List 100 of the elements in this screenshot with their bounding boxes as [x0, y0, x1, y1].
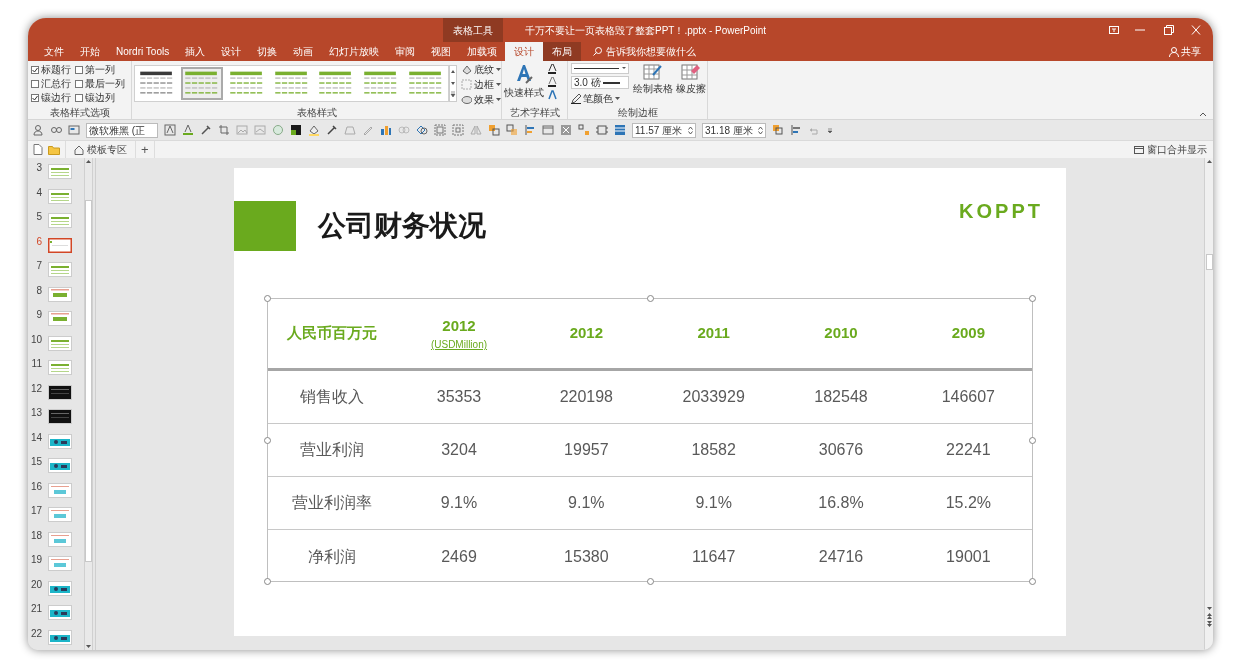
crop-icon[interactable] [218, 124, 230, 136]
ribbon-tab[interactable]: 加载项 [459, 42, 506, 61]
slide-thumbnail[interactable] [48, 286, 72, 302]
ribbon-tab[interactable]: 设计 [213, 42, 250, 61]
ribbon-tab[interactable]: 切换 [249, 42, 286, 61]
slide-thumbnail[interactable] [48, 188, 72, 204]
size-spinner[interactable]: 11.57 厘米 [632, 122, 696, 138]
merge-windows-button[interactable]: 窗口合并显示 [1134, 141, 1213, 158]
scroll-thumb[interactable] [1205, 254, 1213, 270]
search-icon[interactable] [593, 47, 603, 56]
slide-thumbnail[interactable] [48, 360, 72, 375]
send-backward-icon[interactable] [506, 124, 518, 136]
slide-thumbnail[interactable] [48, 335, 72, 351]
ribbon-button[interactable]: 边框 [461, 77, 501, 91]
ribbon-tab[interactable]: 布局 [543, 42, 582, 61]
arrange-icon[interactable] [772, 124, 784, 136]
slide-thumbnail[interactable] [48, 262, 72, 277]
new-file-icon[interactable] [33, 144, 43, 155]
slide-thumbnail[interactable] [48, 409, 72, 424]
ribbon-tab[interactable]: 幻灯片放映 [321, 42, 388, 61]
ribbon-tab[interactable]: 文件 [36, 42, 72, 61]
ribbon-button[interactable]: 笔颜色 [571, 91, 629, 106]
ungroup-icon[interactable] [452, 124, 464, 136]
checkbox[interactable] [75, 93, 83, 102]
slide-thumbnail[interactable] [48, 458, 72, 473]
slide-thumbnail[interactable] [48, 384, 72, 400]
slide-thumbnail[interactable] [48, 556, 72, 571]
slide-thumbnail[interactable] [48, 237, 72, 253]
text-box-icon[interactable] [164, 124, 176, 136]
ribbon-button[interactable]: 快速样式 [502, 61, 544, 100]
ribbon-tab[interactable]: 设计 [505, 42, 544, 61]
line-style-dropdown[interactable] [571, 63, 629, 74]
collapse-ribbon-icon[interactable] [1199, 111, 1207, 117]
gallery-scroll-icon[interactable] [449, 65, 457, 102]
ribbon-tab[interactable]: 审阅 [387, 42, 424, 61]
slide-thumbnail[interactable] [48, 213, 72, 228]
slide-thumbnail[interactable] [48, 507, 72, 522]
edit-shape-icon[interactable] [344, 124, 356, 136]
ribbon-button[interactable]: 绘制表格 [629, 61, 673, 96]
scrollbar[interactable] [84, 158, 93, 650]
tell-me-search[interactable]: 告诉我你想要做什么 [606, 44, 697, 59]
frame-icon[interactable] [596, 124, 608, 136]
font-color-icon[interactable] [182, 124, 194, 136]
resize-handle[interactable] [264, 295, 271, 302]
ribbon-button[interactable]: 底纹 [461, 62, 501, 76]
resize-handle[interactable] [647, 295, 654, 302]
resize-handle[interactable] [1029, 295, 1036, 302]
share-button[interactable]: 共享 [1169, 42, 1213, 61]
layout-icon[interactable] [68, 124, 80, 136]
slide-thumbnail[interactable] [48, 531, 72, 547]
glasses-icon[interactable] [50, 124, 62, 136]
bar-chart-icon[interactable] [380, 124, 392, 136]
pencil-icon[interactable] [362, 124, 374, 136]
slide-thumbnail[interactable] [48, 164, 72, 179]
resize-handle[interactable] [264, 578, 271, 585]
checkbox[interactable] [31, 79, 39, 88]
slide-thumbnail[interactable] [48, 482, 72, 498]
ribbon-tab[interactable]: 开始 [72, 42, 108, 61]
restore-icon[interactable] [1161, 25, 1175, 35]
slide-thumbnail[interactable] [48, 311, 72, 326]
ribbon-tab[interactable]: Nordri Tools [108, 42, 178, 61]
checkbox[interactable] [31, 65, 39, 74]
image-icon[interactable] [236, 124, 248, 136]
user-icon[interactable] [32, 124, 44, 136]
checkbox[interactable] [31, 93, 39, 102]
folder-icon[interactable] [48, 144, 60, 155]
previous-slide-icon[interactable] [1205, 612, 1213, 620]
slide-thumbnail[interactable] [48, 580, 72, 596]
checkbox[interactable] [75, 65, 83, 74]
scrollbar[interactable] [1204, 158, 1213, 650]
slide-thumbnail[interactable] [48, 629, 72, 645]
eyedropper-icon[interactable] [326, 124, 338, 136]
line-weight-dropdown[interactable]: 3.0 磅 [571, 76, 629, 89]
text-frame-icon[interactable] [542, 124, 554, 136]
resize-handle[interactable] [264, 437, 271, 444]
circle-icon[interactable] [272, 124, 284, 136]
eyedropper-icon[interactable] [200, 124, 212, 136]
scroll-thumb[interactable] [85, 200, 92, 562]
checkbox[interactable] [75, 79, 83, 88]
merge-cells-icon[interactable] [578, 124, 590, 136]
ribbon-button[interactable]: 效果 [461, 92, 501, 106]
bring-forward-icon[interactable] [488, 124, 500, 136]
resize-handle[interactable] [1029, 578, 1036, 585]
slide-thumbnail[interactable] [48, 605, 72, 620]
ribbon-tab[interactable]: 视图 [423, 42, 460, 61]
group-icon[interactable] [434, 124, 446, 136]
slide-thumbnail[interactable] [48, 433, 72, 449]
scroll-down-icon[interactable] [1205, 606, 1213, 612]
scroll-down-icon[interactable] [85, 644, 92, 650]
next-slide-icon[interactable] [1205, 620, 1213, 628]
align-icon[interactable] [524, 124, 536, 136]
fill-color-icon[interactable] [290, 124, 302, 136]
close-icon[interactable] [1189, 25, 1203, 35]
resize-handle[interactable] [1029, 437, 1036, 444]
shapes-icon[interactable] [416, 124, 428, 136]
resize-handle[interactable] [647, 578, 654, 585]
table-lines-icon[interactable] [614, 124, 626, 136]
close-box-icon[interactable] [560, 124, 572, 136]
ribbon-display-icon[interactable] [1109, 26, 1119, 34]
ribbon-button[interactable]: 橡皮擦 [673, 61, 706, 96]
